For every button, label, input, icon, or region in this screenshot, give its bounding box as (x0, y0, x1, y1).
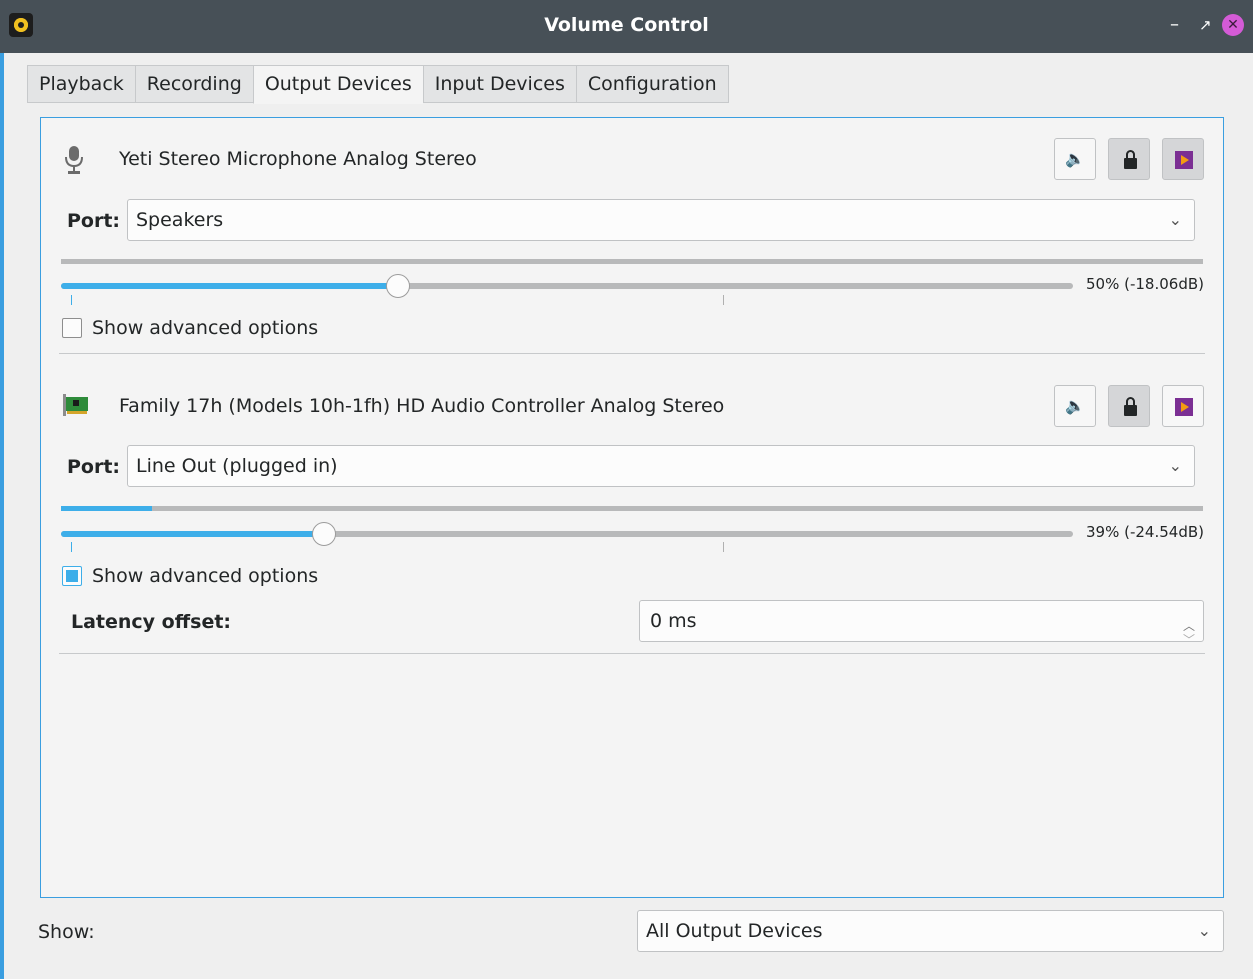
chevron-down-icon: ⌄ (1168, 210, 1182, 229)
show-filter-select[interactable]: All Output Devices ⌄ (637, 910, 1224, 952)
maximize-button[interactable]: ↗ (1199, 14, 1212, 36)
volume-slider-handle[interactable] (312, 522, 336, 546)
lock-channels-button[interactable] (1108, 385, 1150, 427)
default-device-icon (1175, 398, 1193, 416)
slider-tick-100 (723, 295, 724, 305)
mute-button[interactable]: 🔈 (1054, 385, 1096, 427)
latency-offset-value: 0 ms (650, 610, 697, 632)
set-fallback-button[interactable] (1162, 385, 1204, 427)
device-name: Family 17h (Models 10h-1fh) HD Audio Con… (119, 395, 725, 417)
chevron-down-icon: ⌄ (1168, 456, 1182, 475)
tab-configuration[interactable]: Configuration (575, 65, 729, 103)
show-filter-value: All Output Devices (646, 920, 823, 942)
chevron-down-icon: ⌄ (1197, 921, 1211, 940)
microphone-icon (65, 146, 83, 174)
chevron-down-icon[interactable]: ﹀ (1183, 620, 1195, 660)
volume-label: 50% (-18.06dB) (1086, 275, 1204, 293)
tab-input-devices[interactable]: Input Devices (422, 65, 576, 103)
mute-button[interactable]: 🔈 (1054, 138, 1096, 180)
tab-bar: Playback Recording Output Devices Input … (27, 65, 729, 104)
port-label: Port: (67, 456, 121, 478)
peak-meter (61, 259, 1203, 264)
slider-tick-100 (723, 542, 724, 552)
sound-card-icon (63, 394, 88, 416)
show-advanced-label: Show advanced options (92, 565, 319, 587)
port-select[interactable]: Line Out (plugged in) ⌄ (127, 445, 1195, 487)
window-edge (0, 53, 4, 979)
device-separator (59, 653, 1205, 654)
tab-recording[interactable]: Recording (134, 65, 253, 103)
tab-playback[interactable]: Playback (27, 65, 135, 103)
port-label: Port: (67, 210, 121, 232)
port-select-value: Speakers (136, 209, 224, 231)
volume-label: 39% (-24.54dB) (1086, 523, 1204, 541)
default-device-icon (1175, 151, 1193, 169)
peak-meter (61, 506, 1203, 511)
show-advanced-checkbox[interactable] (62, 566, 82, 586)
latency-offset-spinbox[interactable]: 0 ms ︿ ﹀ (639, 600, 1204, 647)
lock-channels-button[interactable] (1108, 138, 1150, 180)
slider-tick-min (71, 295, 72, 305)
tab-output-devices[interactable]: Output Devices (252, 65, 423, 104)
device-separator (59, 353, 1205, 354)
port-select-value: Line Out (plugged in) (136, 455, 338, 477)
volume-slider-handle[interactable] (386, 274, 410, 298)
set-fallback-button[interactable] (1162, 138, 1204, 180)
speaker-icon: 🔈 (1065, 149, 1085, 168)
volume-slider[interactable] (61, 531, 1073, 537)
close-button[interactable]: ✕ (1222, 14, 1244, 36)
port-select[interactable]: Speakers ⌄ (127, 199, 1195, 241)
window-title: Volume Control (544, 14, 709, 36)
minimize-button[interactable]: – (1170, 14, 1179, 36)
speaker-icon: 🔈 (1065, 396, 1085, 415)
output-devices-panel: Yeti Stereo Microphone Analog Stereo 🔈 P… (40, 117, 1224, 898)
show-advanced-label: Show advanced options (92, 317, 319, 339)
slider-tick-min (71, 542, 72, 552)
device-name: Yeti Stereo Microphone Analog Stereo (119, 148, 477, 170)
show-advanced-checkbox[interactable] (62, 318, 82, 338)
volume-slider[interactable] (61, 283, 1073, 289)
show-label: Show: (38, 921, 95, 943)
title-bar: Volume Control – ↗ ✕ (0, 0, 1253, 53)
latency-offset-label: Latency offset: (71, 611, 232, 633)
